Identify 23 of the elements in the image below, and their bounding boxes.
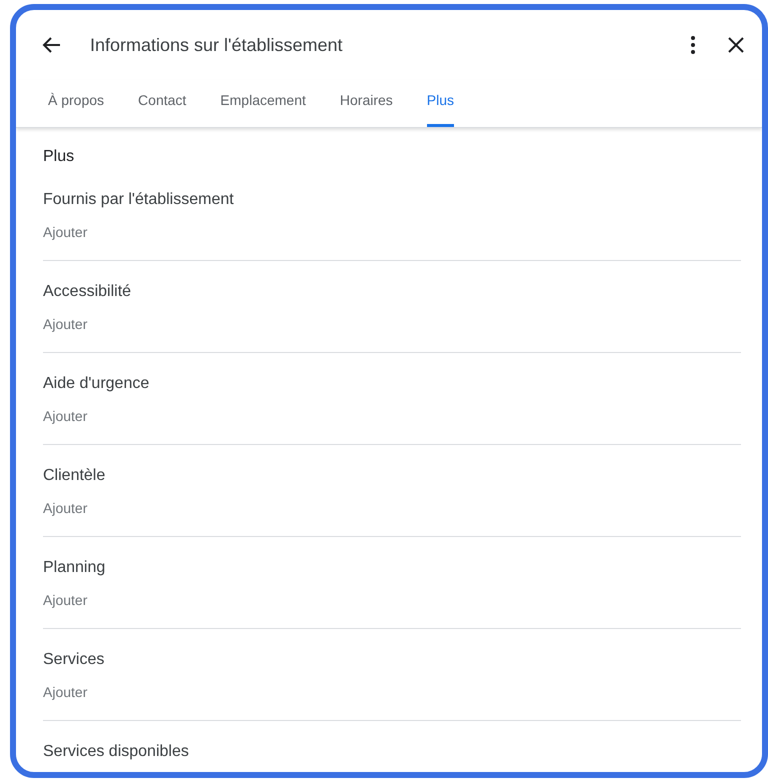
add-link[interactable]: Ajouter [43, 684, 88, 700]
tab[interactable]: Horaires [340, 80, 393, 127]
attribute-category-title: Clientèle [43, 466, 106, 486]
attribute-category-title: Aide d'urgence [43, 374, 150, 394]
tab[interactable]: À propos [48, 80, 104, 127]
tab[interactable]: Emplacement [220, 80, 306, 127]
add-link[interactable]: Ajouter [43, 592, 88, 608]
add-link[interactable]: Ajouter [43, 224, 88, 240]
dialog-title: Informations sur l'établissement [90, 34, 344, 56]
attribute-category-title: Services disponibles [43, 742, 190, 762]
more-options-icon [690, 35, 696, 55]
add-link[interactable]: Ajouter [43, 500, 88, 516]
tab[interactable]: Contact [138, 80, 186, 127]
add-link[interactable]: Ajouter [43, 316, 88, 332]
close-icon [728, 37, 744, 53]
attribute-category-title: Fournis par l'établissement [43, 190, 235, 210]
back-arrow-icon [42, 35, 62, 55]
tab[interactable]: Plus [426, 80, 454, 127]
section-heading: Plus [43, 147, 76, 167]
attribute-category-title: Accessibilité [43, 282, 132, 302]
attribute-category-title: Planning [43, 558, 106, 578]
add-link[interactable]: Ajouter [43, 408, 88, 424]
attribute-category-title: Services [43, 650, 106, 670]
